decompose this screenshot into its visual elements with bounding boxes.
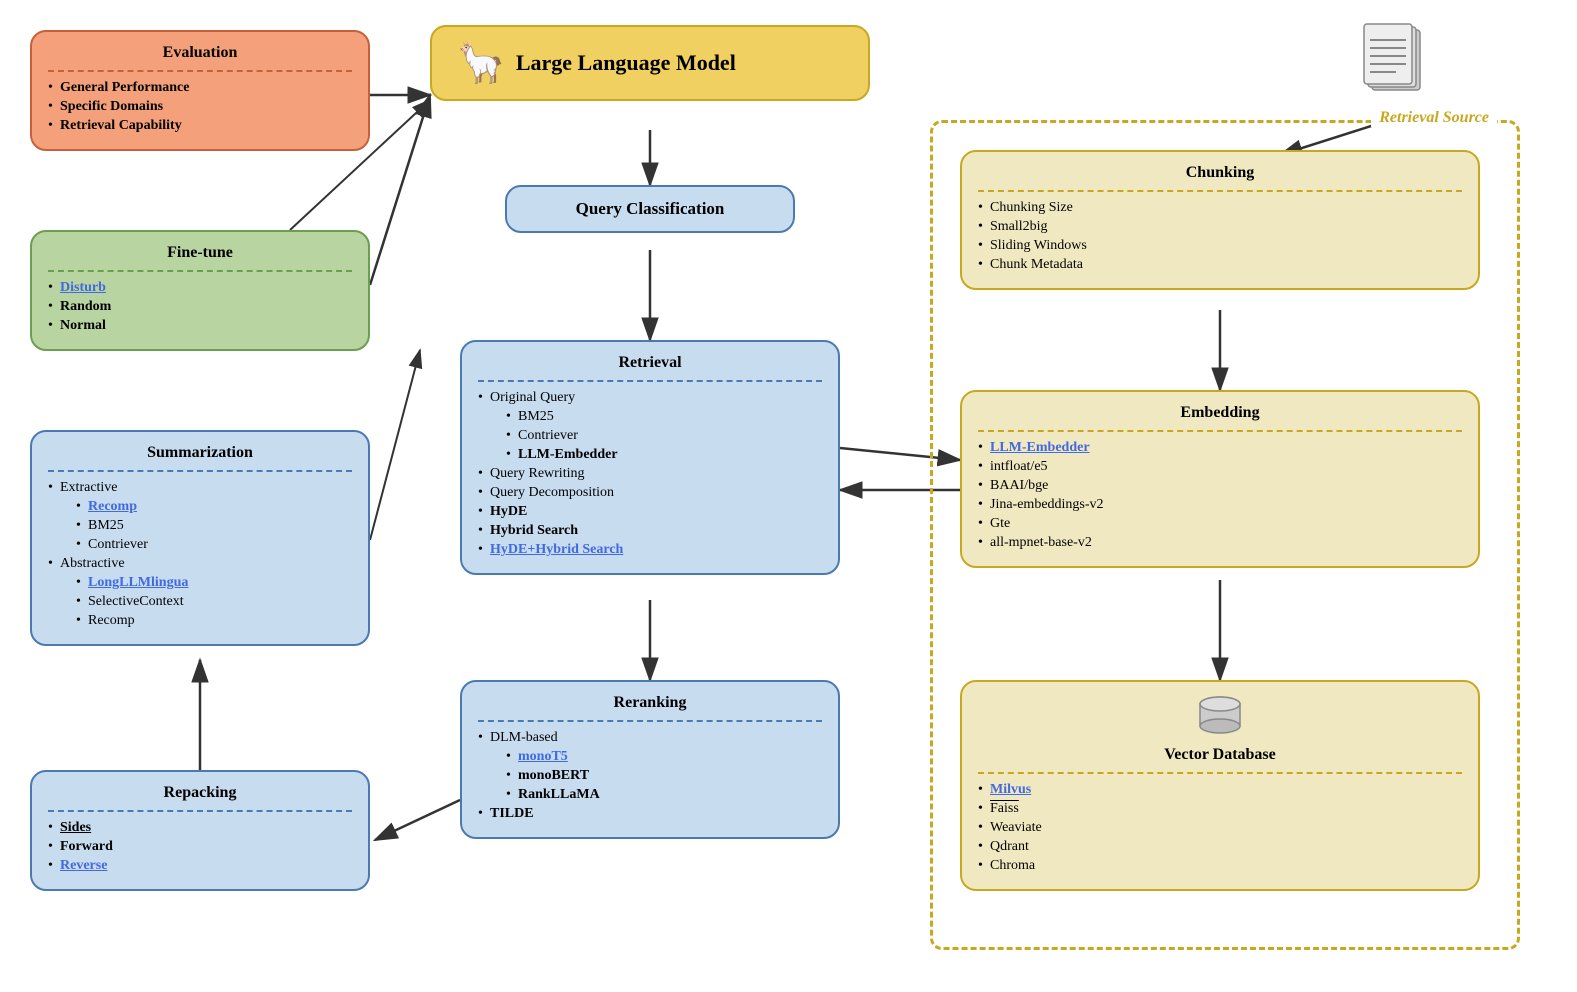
repacking-sides: Sides	[48, 820, 352, 836]
llm-title: Large Language Model	[516, 50, 736, 76]
emb-mpnet: all-mpnet-base-v2	[978, 535, 1462, 551]
finetune-box: Fine-tune Disturb Random Normal	[30, 230, 370, 351]
embedding-title: Embedding	[978, 404, 1462, 422]
finetune-item-disturb: Disturb	[48, 280, 352, 296]
vdb-faiss: Faiss	[978, 801, 1462, 817]
repacking-title: Repacking	[48, 784, 352, 802]
emb-intfloat: intfloat/e5	[978, 459, 1462, 475]
chunk-metadata: Chunk Metadata	[978, 257, 1462, 273]
emb-llm-embedder: LLM-Embedder	[978, 440, 1462, 456]
summ-extractive: Extractive Recomp BM25 Contriever	[48, 480, 352, 553]
chunk-size: Chunking Size	[978, 200, 1462, 216]
db-icon	[978, 694, 1462, 742]
vectordb-list: Milvus Faiss Weaviate Qdrant Chroma	[978, 782, 1462, 874]
retrieval-title: Retrieval	[478, 354, 822, 372]
ret-hyde: HyDE	[478, 504, 822, 520]
summarization-box: Summarization Extractive Recomp BM25 Con…	[30, 430, 370, 646]
ret-llm-embedder: LLM-Embedder	[506, 447, 822, 463]
rerank-monot5: monoT5	[506, 749, 822, 765]
repacking-box: Repacking Sides Forward Reverse	[30, 770, 370, 891]
summ-abstractive: Abstractive LongLLMlingua SelectiveConte…	[48, 556, 352, 629]
chunk-sliding: Sliding Windows	[978, 238, 1462, 254]
retrieval-original-query: Original Query BM25 Contriever LLM-Embed…	[478, 390, 822, 463]
evaluation-title: Evaluation	[48, 44, 352, 62]
retrieval-list: Original Query BM25 Contriever LLM-Embed…	[478, 390, 822, 558]
rerank-rankllama: RankLLaMA	[506, 787, 822, 803]
retrieval-box: Retrieval Original Query BM25 Contriever…	[460, 340, 840, 575]
vectordb-title: Vector Database	[978, 746, 1462, 764]
summ-recomp: Recomp	[76, 499, 352, 515]
summ-longllmlingua: LongLLMlingua	[76, 575, 352, 591]
summarization-title: Summarization	[48, 444, 352, 462]
rerank-dlm: DLM-based monoT5 monoBERT RankLLaMA	[478, 730, 822, 803]
ret-query-rewriting: Query Rewriting	[478, 466, 822, 482]
vdb-milvus: Milvus	[978, 782, 1462, 798]
vectordb-box: Vector Database Milvus Faiss Weaviate Qd…	[960, 680, 1480, 891]
vdb-chroma: Chroma	[978, 858, 1462, 874]
eval-item-2: Specific Domains	[48, 99, 352, 115]
document-icon	[1360, 22, 1437, 107]
finetune-item-random: Random	[48, 299, 352, 315]
ret-hybrid-search: Hybrid Search	[478, 523, 822, 539]
summ-selectivecontext: SelectiveContext	[76, 594, 352, 610]
llama-icon: 🦙	[456, 43, 506, 83]
repacking-forward: Forward	[48, 839, 352, 855]
llm-box: 🦙 Large Language Model	[430, 25, 870, 101]
summ-bm25: BM25	[76, 518, 352, 534]
ret-query-decomposition: Query Decomposition	[478, 485, 822, 501]
finetune-list: Disturb Random Normal	[48, 280, 352, 334]
chunking-box: Chunking Chunking Size Small2big Sliding…	[960, 150, 1480, 290]
chunking-title: Chunking	[978, 164, 1462, 182]
retrieval-source-label: Retrieval Source	[1371, 109, 1497, 127]
eval-item-1: General Performance	[48, 80, 352, 96]
query-classification-box: Query Classification	[505, 185, 795, 233]
emb-baai: BAAI/bge	[978, 478, 1462, 494]
eval-item-3: Retrieval Capability	[48, 118, 352, 134]
ret-contriever: Contriever	[506, 428, 822, 444]
finetune-item-normal: Normal	[48, 318, 352, 334]
ret-bm25: BM25	[506, 409, 822, 425]
repacking-list: Sides Forward Reverse	[48, 820, 352, 874]
chunk-small2big: Small2big	[978, 219, 1462, 235]
rerank-monobert: monoBERT	[506, 768, 822, 784]
evaluation-box: Evaluation General Performance Specific …	[30, 30, 370, 151]
evaluation-list: General Performance Specific Domains Ret…	[48, 80, 352, 134]
embedding-list: LLM-Embedder intfloat/e5 BAAI/bge Jina-e…	[978, 440, 1462, 551]
repacking-reverse: Reverse	[48, 858, 352, 874]
finetune-title: Fine-tune	[48, 244, 352, 262]
summarization-list: Extractive Recomp BM25 Contriever Abstra…	[48, 480, 352, 629]
rerank-tilde: TILDE	[478, 806, 822, 822]
emb-jina: Jina-embeddings-v2	[978, 497, 1462, 513]
summ-recomp2: Recomp	[76, 613, 352, 629]
reranking-list: DLM-based monoT5 monoBERT RankLLaMA TILD…	[478, 730, 822, 822]
diagram-container: Evaluation General Performance Specific …	[0, 0, 1577, 992]
embedding-box: Embedding LLM-Embedder intfloat/e5 BAAI/…	[960, 390, 1480, 568]
reranking-title: Reranking	[478, 694, 822, 712]
emb-gte: Gte	[978, 516, 1462, 532]
summ-contriever: Contriever	[76, 537, 352, 553]
query-classification-title: Query Classification	[523, 199, 777, 219]
vdb-qdrant: Qdrant	[978, 839, 1462, 855]
vdb-weaviate: Weaviate	[978, 820, 1462, 836]
chunking-list: Chunking Size Small2big Sliding Windows …	[978, 200, 1462, 273]
ret-hyde-hybrid: HyDE+Hybrid Search	[478, 542, 822, 558]
reranking-box: Reranking DLM-based monoT5 monoBERT Rank…	[460, 680, 840, 839]
